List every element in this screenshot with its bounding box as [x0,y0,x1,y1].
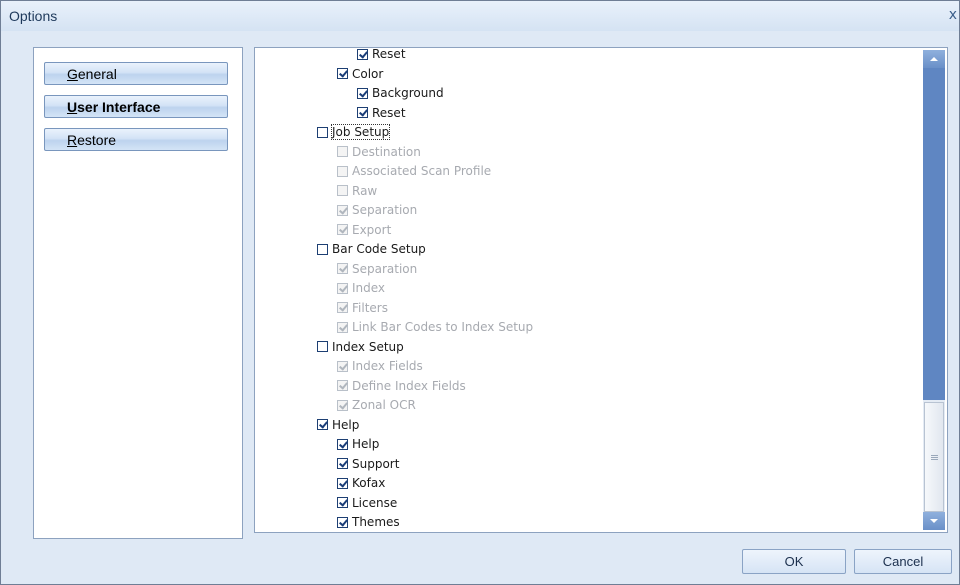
scroll-up-button[interactable] [923,50,945,68]
tree-item-label: Job Setup [330,124,391,140]
ok-button[interactable]: OK [742,549,846,574]
scroll-down-button[interactable] [923,512,945,530]
nav-user-interface-button[interactable]: User Interface [44,95,228,118]
tree-item-checkbox[interactable] [357,107,368,118]
tree-item: Separation [337,201,417,219]
tree-item-label: Help [332,417,360,432]
tree-item-label: Zonal OCR [352,398,416,412]
tree-item: Link Bar Codes to Index Setup [337,318,533,336]
tree-item-label: Support [352,456,400,471]
tree-item-checkbox[interactable] [337,497,348,508]
tree-item: Destination [337,143,421,161]
tree-item-label: Separation [352,261,418,276]
nav-general-button[interactable]: General [44,62,228,85]
tree-item-label: Associated Scan Profile [352,164,492,178]
tree-item-checkbox[interactable] [317,243,328,255]
tree-item-label: Themes [352,515,400,529]
tree-item-checkbox [337,380,348,391]
tree-item-label: Background [372,86,444,100]
cancel-button[interactable]: Cancel [854,549,952,574]
tree-item-label: Kofax [352,476,386,490]
tree-item[interactable]: Help [337,435,379,453]
permissions-tree-panel: Reset Color Background Reset Job Setup Destin… [254,47,948,533]
title-bar: Options x [1,1,959,31]
tree-item-label: Link Bar Codes to Index Setup [352,320,534,334]
tree-item[interactable]: Job Setup [317,123,391,141]
tree-item-checkbox [337,204,348,216]
vertical-scrollbar[interactable] [923,50,945,530]
tree-item: Index Fields [337,357,423,375]
tree-item-label: Export [352,222,392,237]
tree-item-checkbox[interactable] [337,458,348,469]
tree-item-checkbox [337,302,348,313]
tree-item: Index [337,279,385,297]
tree-item-checkbox [337,360,348,372]
scroll-thumb[interactable] [924,402,944,512]
tree-item-label: Index Setup [332,339,404,354]
tree-item-checkbox[interactable] [357,48,368,60]
grip-icon [931,455,938,456]
tree-item[interactable]: License [337,494,397,512]
tree-item[interactable]: Reset [357,48,406,63]
nav-restore-button[interactable]: Restore [44,128,228,151]
general-label: eneral [77,66,117,82]
tree-item-checkbox[interactable] [317,126,328,138]
tree-item-checkbox[interactable] [337,477,348,489]
tree-item-checkbox[interactable] [317,419,328,430]
tree-item-label: Filters [352,300,388,315]
options-dialog: Options x General User Interface Restore… [0,0,960,585]
permissions-tree: Reset Color Background Reset Job Setup Destin… [255,48,922,532]
tree-item-label: Define Index Fields [352,378,466,393]
tree-item-checkbox [337,399,348,411]
tree-item-label: Help [352,437,380,451]
tree-item[interactable]: Bar Code Setup [317,240,426,258]
tree-item-checkbox [337,224,348,235]
tree-item-checkbox[interactable] [337,516,348,528]
tree-item: Filters [337,299,388,317]
tree-item-checkbox [337,321,348,333]
tree-item[interactable]: Background [357,84,444,102]
tree-item[interactable]: Support [337,455,399,473]
tree-item[interactable]: Kofax [337,474,385,492]
tree-item-checkbox[interactable] [357,87,368,99]
tree-item[interactable]: Reset [357,104,406,122]
tree-item: Export [337,221,391,239]
tree-item: Separation [337,260,417,278]
tree-item-label: Separation [352,203,418,217]
close-icon[interactable]: x [949,7,957,23]
restore-mnemonic: R [67,132,78,148]
tree-item-label: Color [352,66,384,81]
tree-item-label: Destination [352,144,421,159]
tree-item: Raw [337,182,377,200]
tree-item-label: Reset [372,48,406,61]
tree-item[interactable]: Color [337,65,383,83]
tree-item-label: Reset [372,105,406,120]
tree-item-checkbox [337,146,348,157]
tree-item-label: Index Fields [352,359,423,373]
user-interface-label: ser Interface [77,99,161,115]
tree-item[interactable]: Index Setup [317,338,404,356]
tree-item: Define Index Fields [337,377,466,395]
tree-item[interactable]: Themes [337,513,400,531]
tree-item-checkbox[interactable] [337,68,348,79]
tree-item-checkbox[interactable] [337,438,348,450]
tree-item-label: Index [352,281,386,295]
tree-item-checkbox [337,185,348,196]
tree-item-label: Bar Code Setup [332,242,426,256]
user-interface-mnemonic: U [67,99,78,115]
tree-item-checkbox [337,263,348,274]
tree-item-checkbox[interactable] [317,341,328,352]
dialog-title: Options [9,8,58,24]
tree-item[interactable]: Help [317,416,359,434]
tree-item: Zonal OCR [337,396,416,414]
restore-label: estore [77,132,117,148]
tree-item-label: License [352,495,398,510]
scroll-track[interactable] [923,68,945,400]
tree-item: Associated Scan Profile [337,162,491,180]
tree-item-checkbox [337,165,348,177]
general-mnemonic: G [67,66,78,82]
tree-item-checkbox [337,282,348,294]
tree-item-label: Raw [352,183,378,198]
category-nav-panel: General User Interface Restore [33,47,243,539]
